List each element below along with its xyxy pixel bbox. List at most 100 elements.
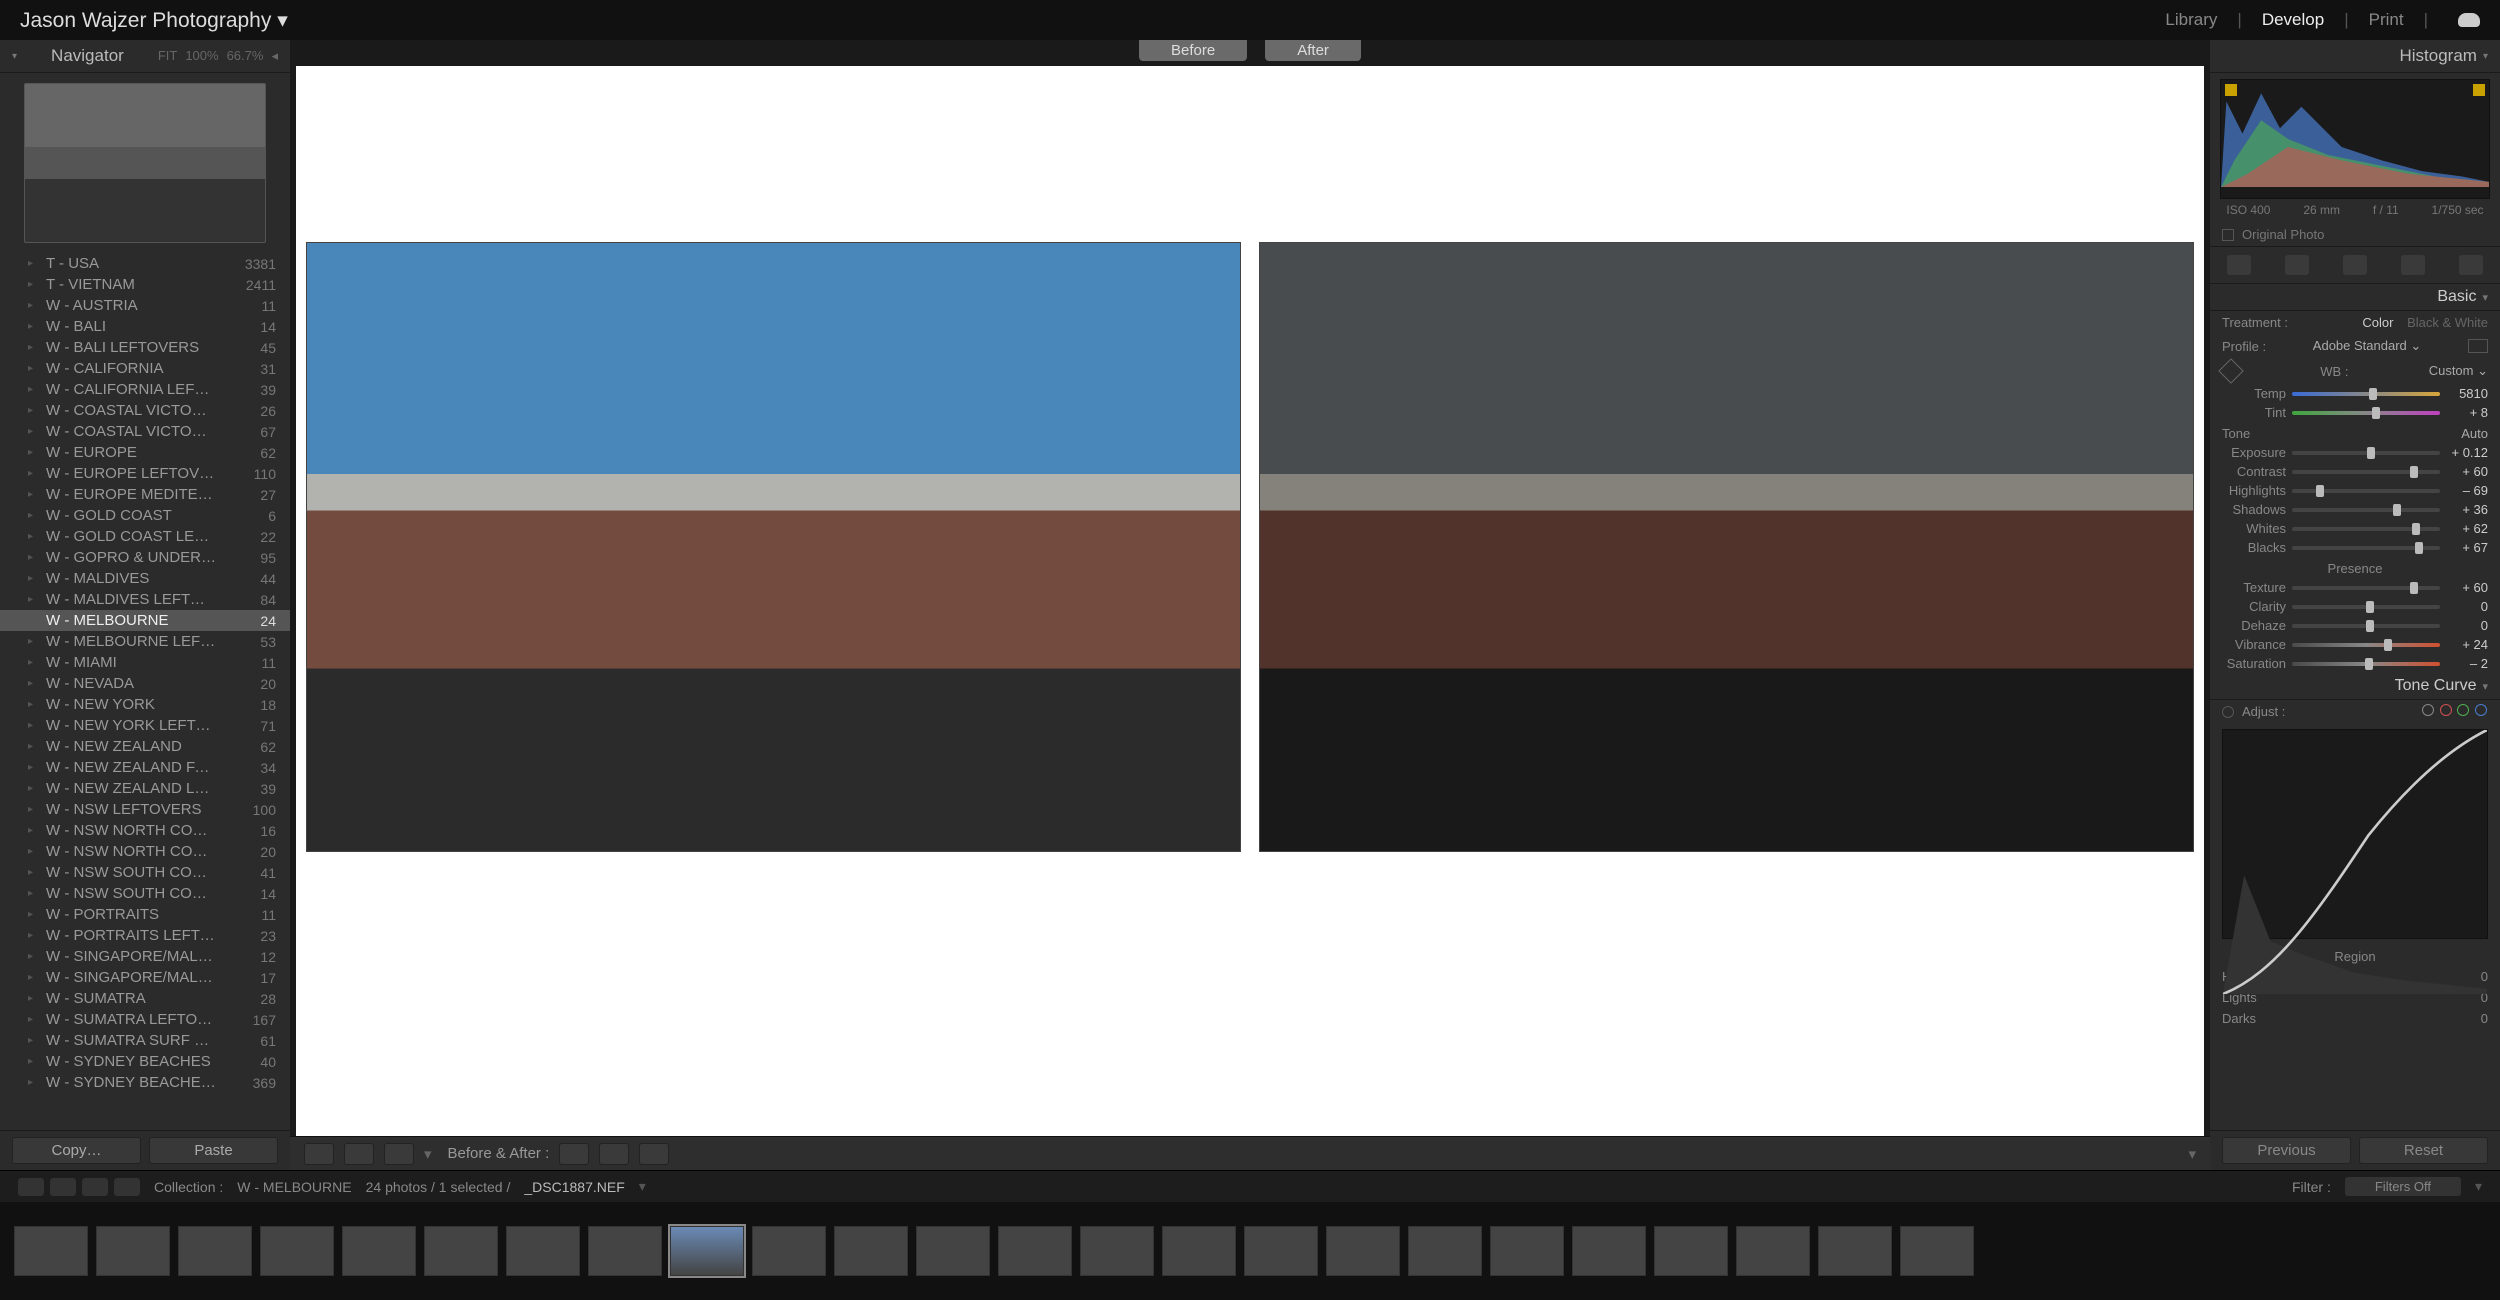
folder-list[interactable]: T - USA3381T - VIETNAM2411W - AUSTRIA11W… [0, 253, 290, 1130]
shadows-slider[interactable] [2292, 508, 2440, 512]
folder-row[interactable]: W - MALDIVES44 [0, 568, 290, 589]
filmstrip-thumb[interactable] [1244, 1226, 1318, 1276]
treatment-bw[interactable]: Black & White [2407, 315, 2488, 330]
folder-row[interactable]: W - CALIFORNIA31 [0, 358, 290, 379]
contrast-value[interactable]: + 60 [2440, 464, 2488, 479]
basic-panel-header[interactable]: Basic [2210, 284, 2500, 311]
folder-row[interactable]: W - EUROPE62 [0, 442, 290, 463]
filmstrip-thumb[interactable] [14, 1226, 88, 1276]
folder-row[interactable]: W - NSW NORTH COA…16 [0, 820, 290, 841]
module-develop[interactable]: Develop [2262, 10, 2324, 30]
filmstrip-thumb[interactable] [1654, 1226, 1728, 1276]
tint-value[interactable]: + 8 [2440, 405, 2488, 420]
exposure-slider[interactable] [2292, 451, 2440, 455]
folder-row[interactable]: W - SYDNEY BEACHES …369 [0, 1072, 290, 1093]
folder-row[interactable]: W - GOLD COAST6 [0, 505, 290, 526]
vibrance-value[interactable]: + 24 [2440, 637, 2488, 652]
loupe-view-icon[interactable] [304, 1143, 334, 1165]
soft-proof-toggle[interactable]: ▾ [2188, 1145, 2196, 1163]
module-print[interactable]: Print [2369, 10, 2404, 30]
dehaze-slider[interactable] [2292, 624, 2440, 628]
folder-row[interactable]: W - MALDIVES LEFTO…84 [0, 589, 290, 610]
saturation-value[interactable]: – 2 [2440, 656, 2488, 671]
folder-row[interactable]: W - CALIFORNIA LEFT…39 [0, 379, 290, 400]
wb-select[interactable]: Custom ⌄ [2429, 363, 2488, 379]
region-darks-value[interactable]: 0 [2481, 1011, 2488, 1026]
filmstrip-thumb[interactable] [1080, 1226, 1154, 1276]
chevron-down-icon[interactable]: ▾ [2483, 51, 2488, 62]
folder-row[interactable]: W - BALI14 [0, 316, 290, 337]
ba-layout-1-icon[interactable] [559, 1143, 589, 1165]
folder-row[interactable]: W - NEW YORK LEFTO…71 [0, 715, 290, 736]
filmstrip-thumb[interactable] [1818, 1226, 1892, 1276]
folder-row[interactable]: W - COASTAL VICTORIA26 [0, 400, 290, 421]
chevron-down-icon[interactable]: ▾ [2475, 1178, 2482, 1195]
before-image[interactable] [306, 242, 1241, 852]
second-monitor-icon[interactable] [18, 1178, 44, 1196]
cloud-sync-icon[interactable] [2458, 13, 2480, 27]
module-library[interactable]: Library [2165, 10, 2217, 30]
profile-select[interactable]: Adobe Standard ⌄ [2313, 338, 2421, 354]
dehaze-value[interactable]: 0 [2440, 618, 2488, 633]
filmstrip-thumb[interactable] [1326, 1226, 1400, 1276]
shadows-value[interactable]: + 36 [2440, 502, 2488, 517]
filmstrip-thumb[interactable] [1572, 1226, 1646, 1276]
tint-slider[interactable] [2292, 411, 2440, 415]
after-image[interactable] [1259, 242, 2194, 852]
treatment-color[interactable]: Color [2362, 315, 2393, 330]
reset-button[interactable]: Reset [2359, 1137, 2488, 1164]
vibrance-slider[interactable] [2292, 643, 2440, 647]
folder-row[interactable]: W - NEW ZEALAND FA…34 [0, 757, 290, 778]
folder-row[interactable]: W - MELBOURNE LEFT…53 [0, 631, 290, 652]
filmstrip-thumb[interactable] [834, 1226, 908, 1276]
folder-row[interactable]: W - NSW NORTH COA…20 [0, 841, 290, 862]
texture-value[interactable]: + 60 [2440, 580, 2488, 595]
target-adjust-icon[interactable] [2222, 706, 2234, 718]
folder-row[interactable]: W - MIAMI11 [0, 652, 290, 673]
blacks-slider[interactable] [2292, 546, 2440, 550]
folder-row[interactable]: W - PORTRAITS LEFTO…23 [0, 925, 290, 946]
grid-mode-icon[interactable] [50, 1178, 76, 1196]
filmstrip-thumb[interactable] [752, 1226, 826, 1276]
folder-row[interactable]: W - MELBOURNE24 [0, 610, 290, 631]
original-photo-checkbox[interactable] [2222, 229, 2234, 241]
filmstrip[interactable] [0, 1202, 2500, 1300]
chevron-down-icon[interactable]: ▾ [639, 1178, 646, 1195]
radial-filter-icon[interactable] [2459, 255, 2483, 275]
filmstrip-thumb[interactable] [998, 1226, 1072, 1276]
folder-row[interactable]: T - USA3381 [0, 253, 290, 274]
tone-curve-display[interactable] [2222, 729, 2488, 939]
clarity-slider[interactable] [2292, 605, 2440, 609]
filmstrip-thumb[interactable] [1900, 1226, 1974, 1276]
folder-row[interactable]: W - NEW ZEALAND62 [0, 736, 290, 757]
identity-plate[interactable]: Jason Wajzer Photography ▾ [20, 8, 288, 33]
highlights-slider[interactable] [2292, 489, 2440, 493]
folder-row[interactable]: W - NSW SOUTH COA…41 [0, 862, 290, 883]
filmstrip-thumb[interactable] [1162, 1226, 1236, 1276]
auto-tone-button[interactable]: Auto [2461, 426, 2488, 441]
paste-button[interactable]: Paste [149, 1137, 278, 1164]
folder-row[interactable]: W - SUMATRA LEFTOV…167 [0, 1009, 290, 1030]
filmstrip-thumb[interactable] [424, 1226, 498, 1276]
highlights-value[interactable]: – 69 [2440, 483, 2488, 498]
filmstrip-thumb[interactable] [506, 1226, 580, 1276]
folder-row[interactable]: W - NSW SOUTH COA…14 [0, 883, 290, 904]
filmstrip-thumb[interactable] [1736, 1226, 1810, 1276]
histogram-display[interactable] [2220, 79, 2490, 199]
filmstrip-thumb[interactable] [588, 1226, 662, 1276]
folder-row[interactable]: W - COASTAL VICTORI…67 [0, 421, 290, 442]
grad-filter-icon[interactable] [2401, 255, 2425, 275]
temp-value[interactable]: 5810 [2440, 386, 2488, 401]
tone-curve-header[interactable]: Tone Curve [2210, 673, 2500, 700]
folder-row[interactable]: W - PORTRAITS11 [0, 904, 290, 925]
filmstrip-thumb[interactable] [178, 1226, 252, 1276]
collection-name[interactable]: W - MELBOURNE [237, 1179, 351, 1195]
folder-row[interactable]: W - NSW LEFTOVERS100 [0, 799, 290, 820]
texture-slider[interactable] [2292, 586, 2440, 590]
grid-view-icon[interactable] [344, 1143, 374, 1165]
copy-button[interactable]: Copy… [12, 1137, 141, 1164]
folder-row[interactable]: W - NEW ZEALAND LE…39 [0, 778, 290, 799]
folder-row[interactable]: W - EUROPE LEFTOVE…110 [0, 463, 290, 484]
blacks-value[interactable]: + 67 [2440, 540, 2488, 555]
folder-row[interactable]: W - GOLD COAST LEF…22 [0, 526, 290, 547]
